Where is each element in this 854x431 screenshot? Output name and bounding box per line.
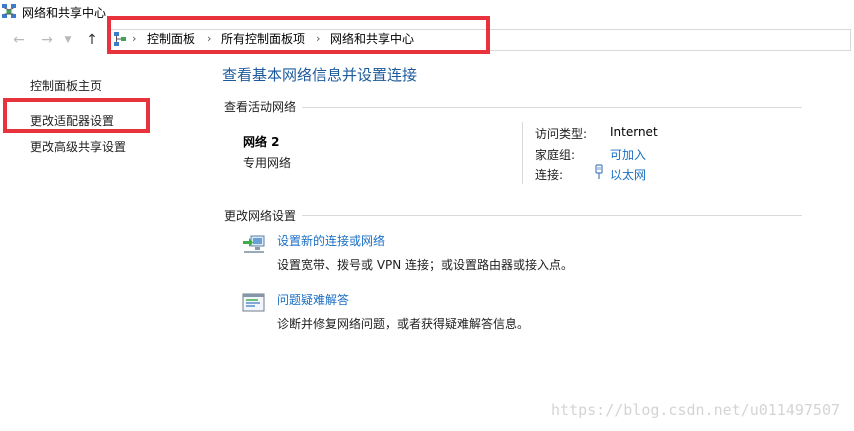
homegroup-label: 家庭组: (535, 148, 576, 162)
chevron-down-icon[interactable]: ▼ (62, 31, 74, 49)
troubleshoot-icon (242, 293, 265, 312)
arrow-up-icon[interactable]: ↑ (83, 31, 101, 49)
window-title: 网络和共享中心 (22, 6, 107, 20)
arrow-right-icon[interactable]: → (38, 31, 56, 49)
breadcrumb-network-center[interactable]: 网络和共享中心 (330, 31, 414, 47)
sidebar-item-adapter-settings[interactable]: 更改适配器设置 (30, 112, 114, 129)
connection-label: 连接: (535, 168, 564, 182)
access-type-value: Internet (610, 125, 658, 139)
breadcrumb-separator-icon[interactable]: › (207, 31, 211, 47)
troubleshoot-description: 诊断并修复网络问题，或者获得疑难解答信息。 (277, 317, 530, 331)
active-networks-heading: 查看活动网络 (224, 100, 297, 114)
vertical-divider (522, 122, 523, 184)
sidebar-item-control-panel-home[interactable]: 控制面板主页 (30, 77, 102, 94)
title-bar: 网络和共享中心 (0, 0, 854, 24)
breadcrumb-control-panel[interactable]: 控制面板 (147, 31, 195, 47)
ethernet-link[interactable]: 以太网 (610, 166, 646, 183)
new-connection-icon (243, 235, 265, 253)
network-type[interactable]: 专用网络 (243, 154, 291, 171)
access-type-label: 访问类型: (535, 127, 588, 141)
change-settings-heading: 更改网络设置 (224, 209, 297, 223)
breadcrumb-separator-icon[interactable]: › (316, 31, 320, 47)
section-divider (302, 215, 802, 216)
breadcrumb-all-items[interactable]: 所有控制面板项 (221, 31, 305, 47)
setup-new-connection-link[interactable]: 设置新的连接或网络 (277, 232, 385, 249)
setup-new-connection-description: 设置宽带、拨号或 VPN 连接；或设置路由器或接入点。 (277, 258, 574, 272)
breadcrumb-separator-icon[interactable]: › (132, 31, 136, 47)
section-divider (302, 107, 802, 108)
sidebar-item-advanced-sharing[interactable]: 更改高级共享设置 (30, 138, 126, 155)
watermark-text: https://blog.csdn.net/u011497507 (551, 401, 840, 419)
troubleshoot-link[interactable]: 问题疑难解答 (277, 291, 349, 308)
network-center-icon (2, 4, 16, 18)
network-name: 网络 2 (243, 135, 280, 149)
homegroup-link[interactable]: 可加入 (610, 146, 646, 163)
ethernet-icon (595, 164, 603, 179)
arrow-left-icon[interactable]: ← (10, 31, 28, 49)
address-bar[interactable] (107, 29, 851, 51)
page-title: 查看基本网络信息并设置连接 (222, 66, 418, 84)
control-panel-icon (114, 32, 126, 46)
